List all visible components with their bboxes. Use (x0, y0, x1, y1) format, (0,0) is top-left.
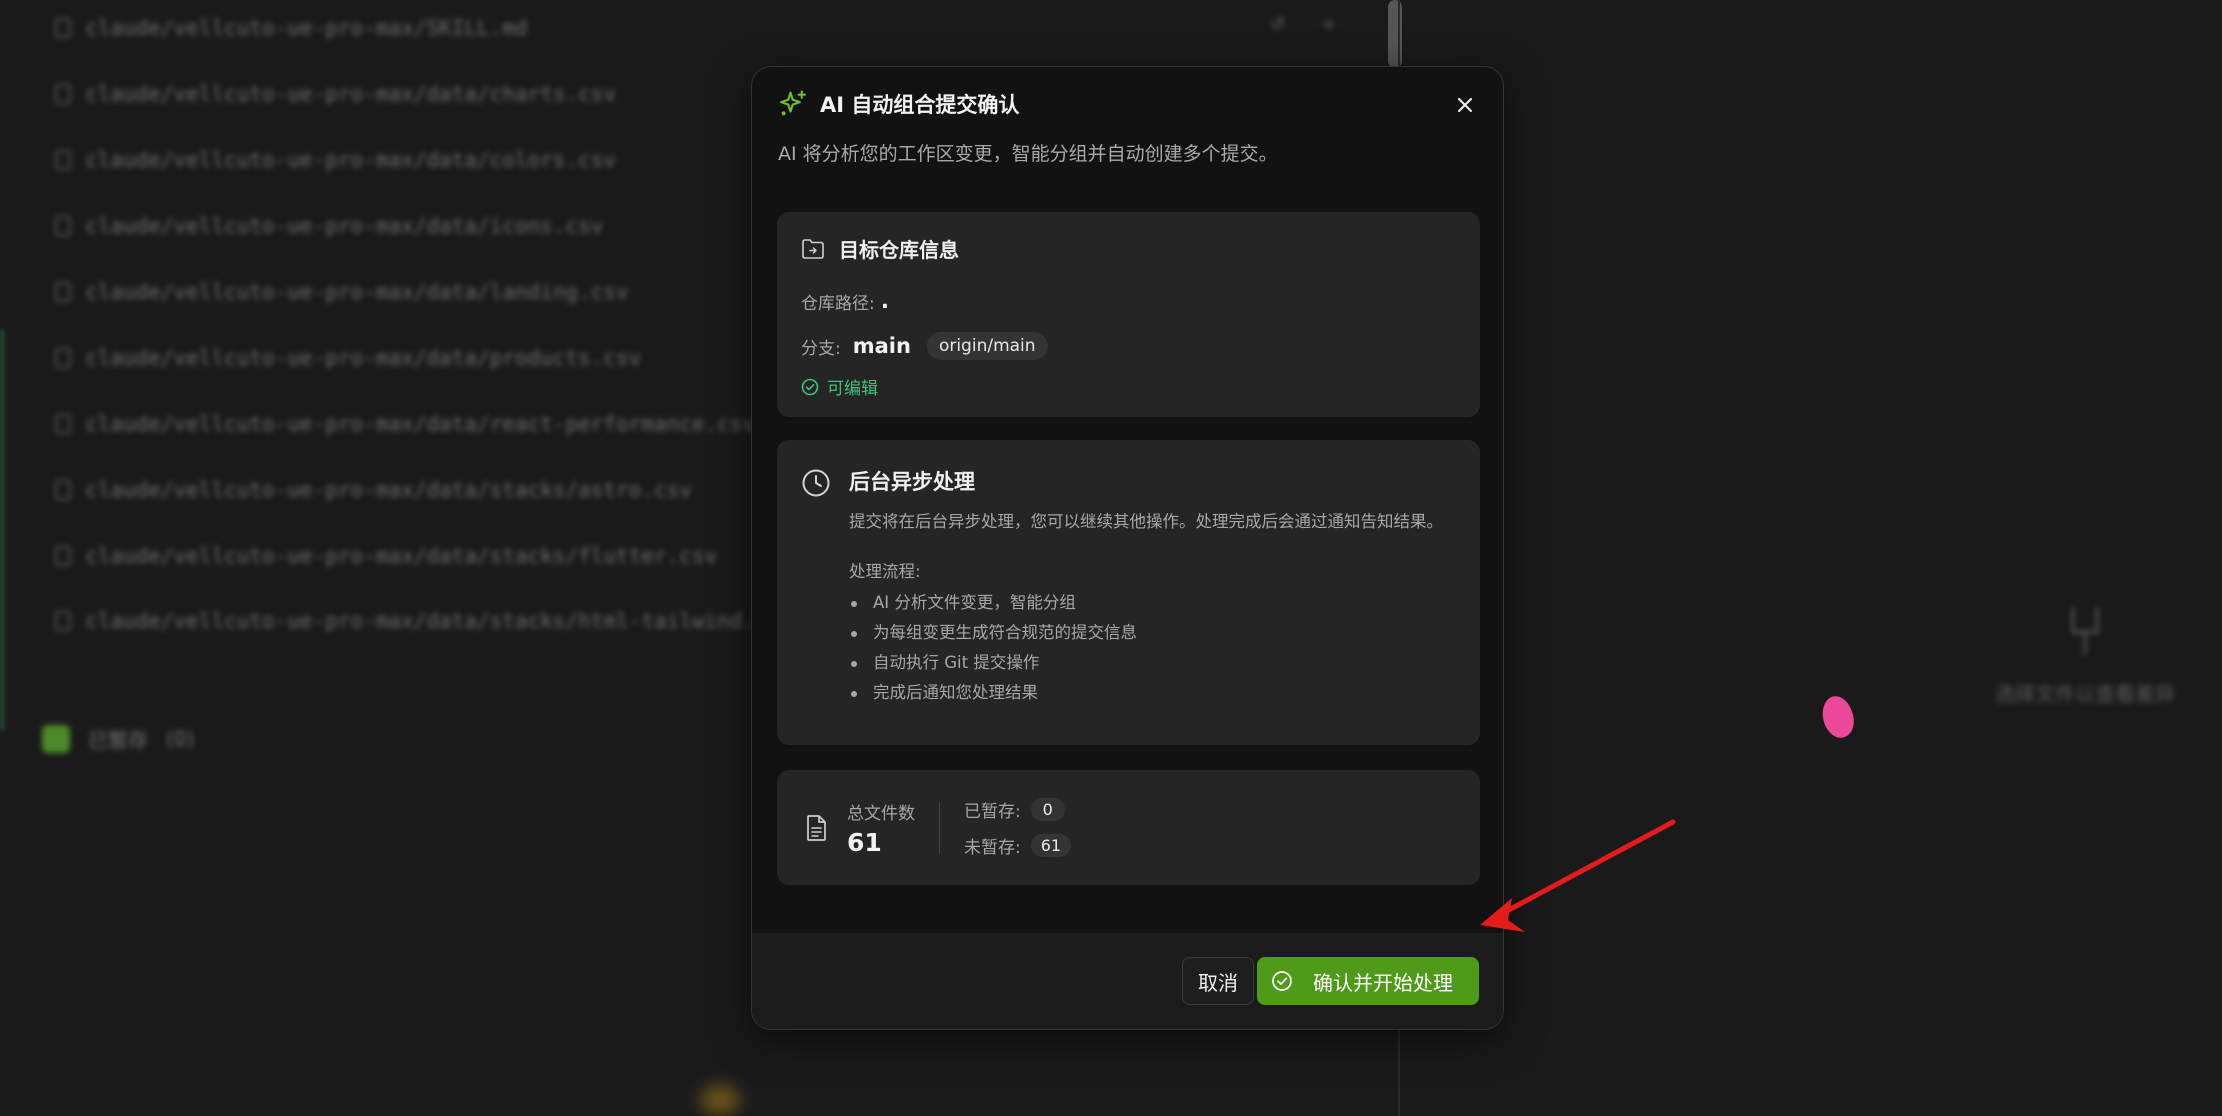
annotation-arrow-icon (1480, 819, 1676, 932)
